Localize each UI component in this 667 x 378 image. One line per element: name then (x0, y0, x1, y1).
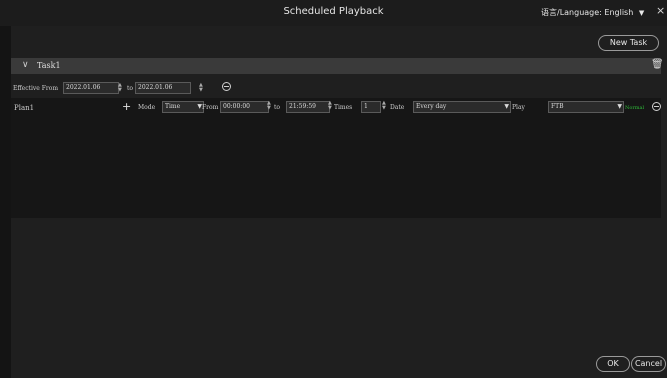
remove-circle-icon[interactable] (222, 82, 231, 91)
collapse-chevron-icon[interactable]: ∨ (22, 60, 29, 70)
language-label: 语言/Language: English (541, 8, 634, 17)
chevron-down-icon: ▼ (504, 103, 509, 110)
task-name: Task1 (37, 61, 61, 70)
play-select[interactable]: FTB ▼ (548, 101, 624, 113)
trash-icon[interactable]: 🗑 (651, 59, 664, 70)
language-select[interactable]: 语言/Language: English ▼ (541, 7, 644, 18)
effective-to-label: to (127, 85, 134, 92)
effective-label: Effective From (13, 85, 59, 92)
from-time-field[interactable]: 00:00:00 (220, 101, 269, 113)
times-label: Times (334, 104, 353, 111)
new-task-button[interactable]: New Task (598, 35, 659, 51)
spinner-icon[interactable]: ▲ ▼ (382, 101, 386, 111)
effective-from-field[interactable]: 2022.01.06 (63, 82, 119, 94)
plan-panel (11, 98, 661, 218)
plan-name: Plan1 (14, 104, 35, 112)
from-label: From (202, 104, 219, 111)
spinner-icon[interactable]: ▲ ▼ (328, 101, 332, 111)
to-label: to (274, 104, 281, 111)
add-plan-button[interactable]: + (122, 100, 131, 113)
title-bar: Scheduled Playback 语言/Language: English … (0, 0, 667, 26)
play-value: FTB (551, 103, 564, 110)
times-field[interactable]: 1 (361, 101, 381, 113)
spinner-icon[interactable]: ▲ ▼ (267, 101, 271, 111)
date-value: Every day (416, 103, 447, 110)
remove-circle-icon[interactable] (652, 102, 661, 111)
play-label: Play (512, 104, 525, 111)
task-header[interactable]: ∨ Task1 🗑 (11, 58, 664, 74)
mode-select[interactable]: Time ▼ (162, 101, 204, 113)
mode-value: Time (165, 103, 181, 110)
close-button[interactable]: × (656, 4, 665, 17)
date-label: Date (390, 104, 405, 111)
effective-to-field[interactable]: 2022.01.06 (135, 82, 191, 94)
chevron-down-icon: ▼ (617, 103, 622, 110)
ok-button[interactable]: OK (596, 356, 630, 372)
chevron-down-icon: ▼ (638, 9, 645, 17)
cancel-button[interactable]: Cancel (631, 356, 666, 372)
date-select[interactable]: Every day ▼ (413, 101, 511, 113)
spinner-icon[interactable]: ▲ ▼ (199, 83, 203, 93)
mode-label: Mode (138, 104, 156, 111)
status-text: Normal (625, 105, 645, 111)
to-time-field[interactable]: 21:59:59 (286, 101, 330, 113)
spinner-icon[interactable]: ▲ ▼ (118, 83, 122, 93)
